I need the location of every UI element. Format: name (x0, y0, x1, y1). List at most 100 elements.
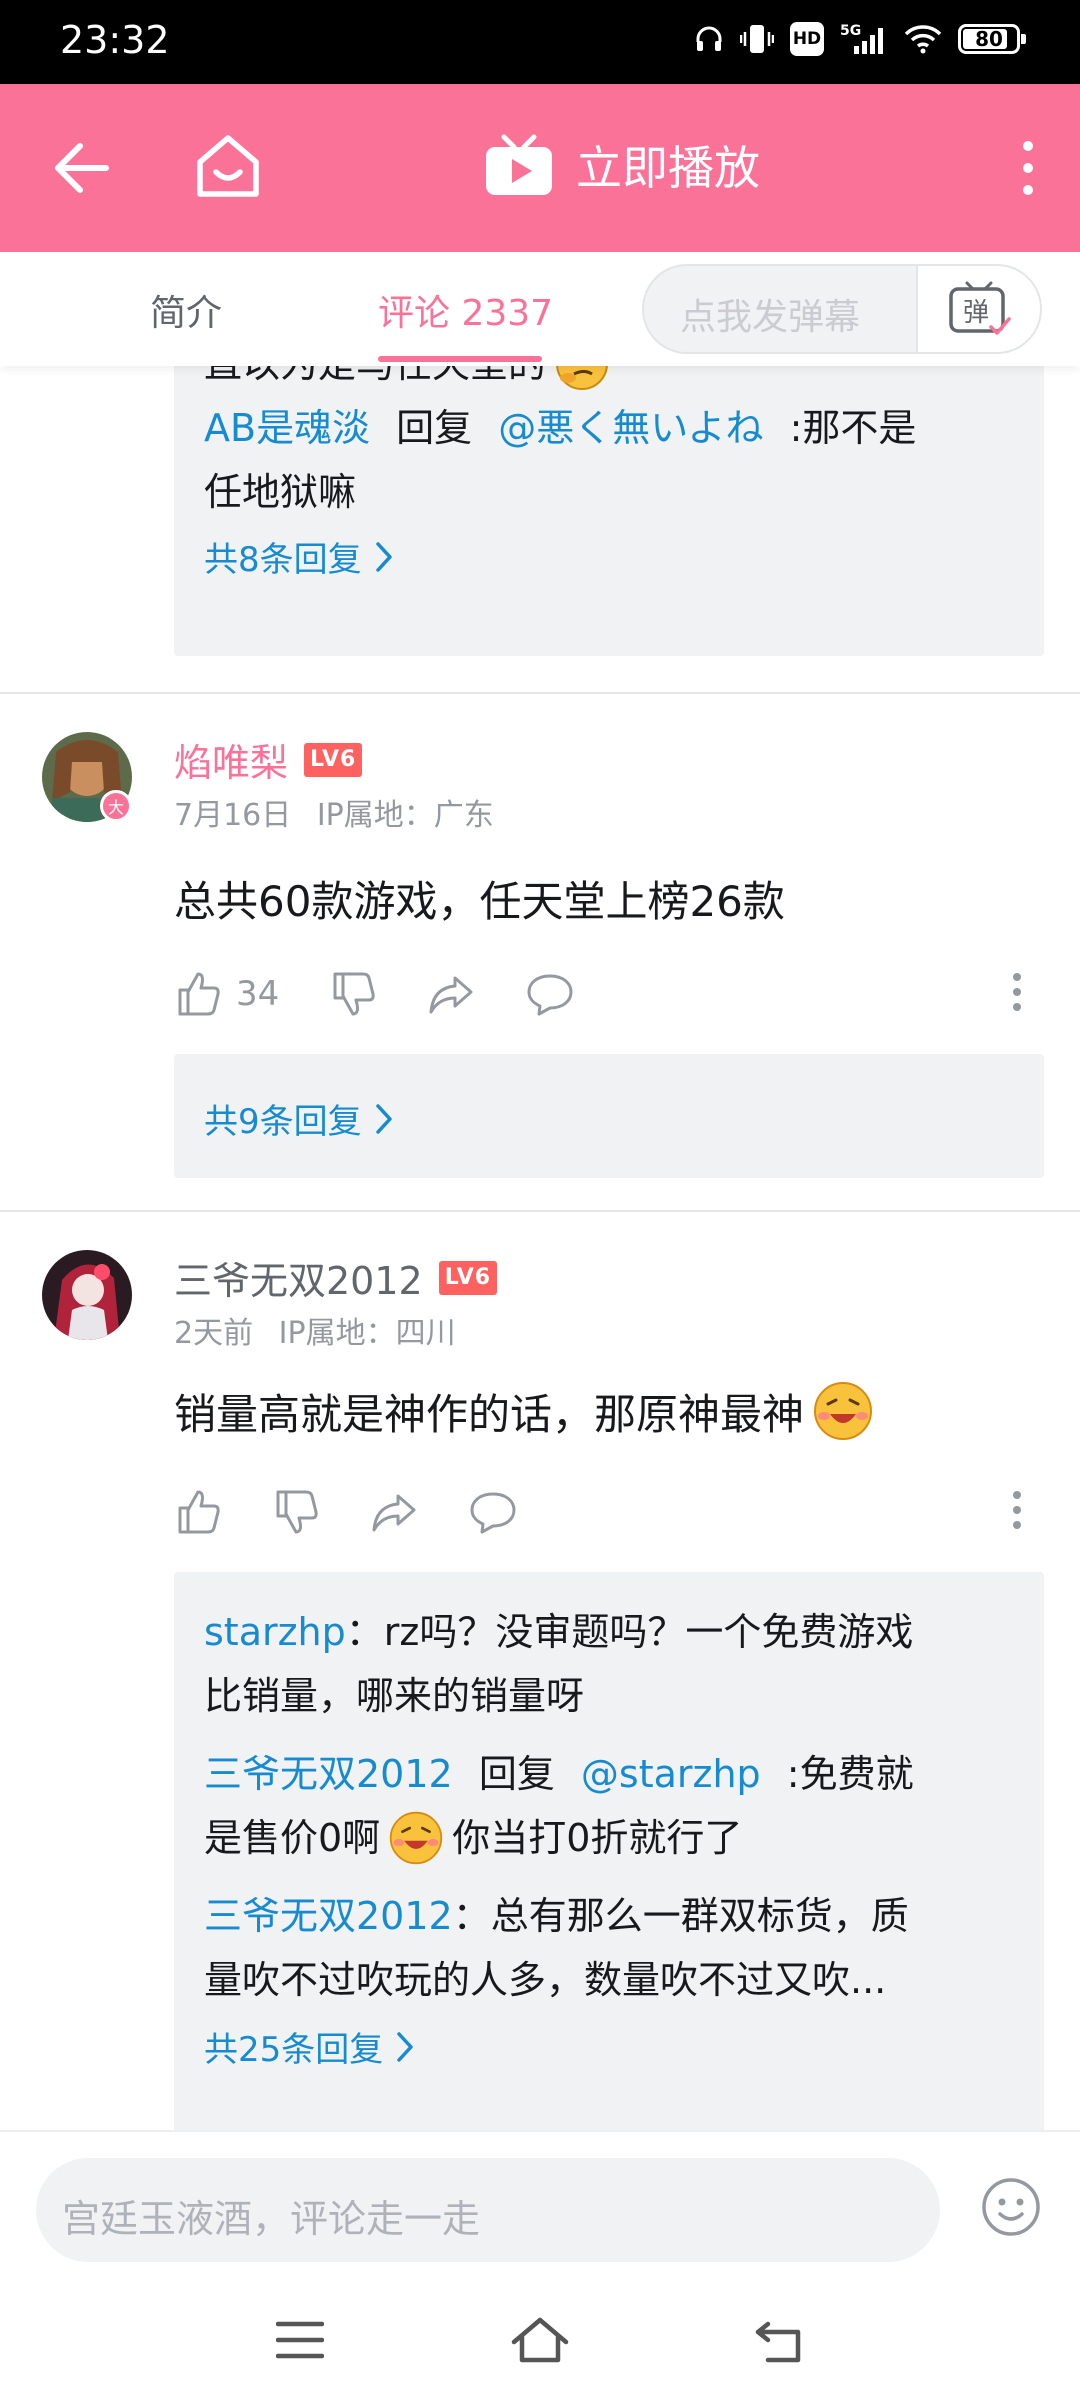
more-replies-link[interactable]: 共9条回复 (204, 1094, 1014, 1143)
share-icon (429, 976, 473, 1014)
chevron-right-icon (375, 1103, 392, 1134)
vibrate-icon (740, 25, 774, 53)
comment-actions (174, 1482, 1044, 1542)
comment-meta: 2天前 IP属地：四川 (174, 1316, 456, 1351)
reply-button[interactable] (525, 970, 575, 1018)
avatar[interactable] (42, 1250, 132, 1340)
comment-bubble-icon (527, 974, 573, 1016)
more-replies-link[interactable]: 共8条回复 (204, 532, 1014, 581)
comment-bubble-icon (470, 1492, 516, 1534)
comment-actions: 34 (174, 964, 1044, 1024)
comment-divider (0, 692, 1080, 694)
video-header: 立即播放 (0, 84, 1080, 252)
play-now-button[interactable]: 立即播放 (484, 132, 760, 198)
home-icon[interactable] (190, 128, 266, 204)
comment-input-placeholder: 宫廷玉液酒，评论走一走 (62, 2197, 481, 2241)
reply-preview-box[interactable]: 共9条回复 (174, 1054, 1044, 1178)
level-badge: LV6 (438, 1260, 498, 1295)
comment-list[interactable]: 直以为是马任天堂的 AB是魂淡 回复 @悪く無いよね :那不是 任地狱嘛 共8条… (0, 366, 1080, 2130)
reply-button[interactable] (468, 1488, 518, 1536)
tab-intro[interactable]: 简介 (150, 284, 222, 336)
reply-text: :免费就 (786, 1752, 914, 1796)
reply-item[interactable]: 三爷无双2012 回复 @starzhp :免费就 (204, 1742, 1014, 1806)
danmaku-toggle-button[interactable]: 弹 (916, 266, 1040, 352)
reply-username[interactable]: starzhp (204, 1610, 346, 1654)
reply-partial-line: 直以为是马任天堂的 (204, 366, 1014, 396)
chevron-right-icon (375, 541, 392, 572)
back-arrow-icon[interactable] (50, 136, 114, 200)
more-vertical-icon[interactable] (1012, 1490, 1022, 1530)
reply-word: 回复 (478, 1752, 555, 1796)
comment-input-bar: 宫廷玉液酒，评论走一走 (0, 2130, 1080, 2280)
reply-item[interactable]: 三爷无双2012：总有那么一群双标货，质 (204, 1884, 1014, 1948)
headphones-icon (696, 26, 722, 51)
share-button[interactable] (370, 1488, 418, 1536)
like-button[interactable] (174, 1488, 222, 1536)
reply-username[interactable]: 三爷无双2012 (204, 1752, 453, 1796)
danmaku-placeholder: 点我发弹幕 (680, 297, 861, 338)
battery-icon: 80 (958, 24, 1026, 54)
tab-comments[interactable]: 评论 2337 (378, 284, 553, 336)
menu-icon[interactable] (276, 2320, 324, 2360)
thumbs-up-icon (178, 972, 220, 1016)
chevron-right-icon (397, 2031, 414, 2062)
signal-5g-icon: 5G (840, 23, 883, 54)
reply-preview-box[interactable]: starzhp：rz吗？没审题吗？一个免费游戏 比销量，哪来的销量呀 三爷无双2… (174, 1572, 1044, 2130)
reply-preview-box[interactable]: 直以为是马任天堂的 AB是魂淡 回复 @悪く無いよね :那不是 任地狱嘛 共8条… (174, 366, 1044, 656)
reply-username[interactable]: 三爷无双2012 (204, 1894, 453, 1938)
share-button[interactable] (427, 970, 475, 1018)
reply-text-continued: 量吹不过吹玩的人多，数量吹不过又吹... (204, 1958, 887, 2002)
thumbs-down-icon (333, 972, 375, 1016)
tv-play-icon (486, 134, 552, 195)
tab-bar: 简介 评论 2337 点我发弹幕 弹 (0, 252, 1080, 366)
more-vertical-icon[interactable] (1016, 140, 1040, 196)
dislike-button[interactable] (329, 970, 377, 1018)
like-count: 34 (236, 974, 280, 1014)
more-replies-link[interactable]: 共25条回复 (204, 2022, 1014, 2071)
reply-text: :那不是 (789, 406, 917, 450)
comment-username[interactable]: 三爷无双2012 LV6 (174, 1250, 498, 1305)
back-nav-icon[interactable] (754, 2320, 804, 2364)
share-icon (372, 1494, 416, 1532)
home-nav-icon[interactable] (510, 2316, 570, 2364)
laughing-emoji-icon (389, 1811, 443, 1865)
reply-text: ：总有那么一群双标货，质 (452, 1894, 909, 1938)
reply-text: ：rz吗？没审题吗？一个免费游戏 (345, 1610, 914, 1654)
dislike-button[interactable] (272, 1488, 320, 1536)
more-vertical-icon[interactable] (1012, 972, 1022, 1012)
thumbs-down-icon (276, 1490, 318, 1534)
level-badge: LV6 (304, 742, 363, 777)
thinking-emoji-icon (556, 366, 608, 390)
emoji-icon[interactable] (980, 2176, 1042, 2238)
wifi-icon (904, 25, 942, 54)
reply-username[interactable]: AB是魂淡 (204, 406, 370, 450)
reply-target-user[interactable]: @starzhp (581, 1752, 761, 1796)
comment-text: 销量高就是神作的话，那原神最神 (174, 1380, 874, 1442)
reply-item[interactable]: starzhp：rz吗？没审题吗？一个免费游戏 (204, 1600, 1014, 1664)
reply-target-user[interactable]: @悪く無いよね (498, 406, 763, 450)
status-icons: HD 5G 80 (694, 22, 1026, 56)
system-nav-bar (0, 2280, 1080, 2408)
comment-meta: 7月16日 IP属地：广东 (174, 798, 494, 833)
comment-username[interactable]: 焰唯梨 LV6 (174, 732, 363, 787)
danmaku-icon: 弹 (949, 281, 1011, 335)
comment-text: 总共60款游戏，任天堂上榜26款 (174, 877, 785, 926)
battery-level: 80 (975, 27, 1003, 51)
danmaku-input[interactable]: 点我发弹幕 弹 (642, 264, 1042, 354)
reply-text-continued: 是售价0啊 你当打0折就行了 (204, 1806, 1014, 1870)
laughing-emoji-icon (814, 1382, 873, 1440)
status-time: 23:32 (60, 18, 170, 62)
comment-input[interactable]: 宫廷玉液酒，评论走一走 (36, 2158, 940, 2262)
reply-text-continued: 任地狱嘛 (204, 470, 357, 514)
status-bar: 23:32 HD 5G 80 (0, 0, 1080, 84)
tab-active-indicator (378, 356, 542, 362)
svg-text:弹: 弹 (963, 298, 989, 328)
thumbs-up-icon (178, 1490, 220, 1534)
vip-badge: 大 (100, 790, 132, 822)
reply-word: 回复 (396, 406, 473, 450)
reply-item[interactable]: AB是魂淡 回复 @悪く無いよね :那不是 (204, 396, 1014, 460)
like-button[interactable]: 34 (174, 970, 279, 1018)
play-now-label: 立即播放 (576, 141, 760, 195)
comment-divider (0, 1210, 1080, 1212)
svg-text:5G: 5G (840, 23, 861, 39)
